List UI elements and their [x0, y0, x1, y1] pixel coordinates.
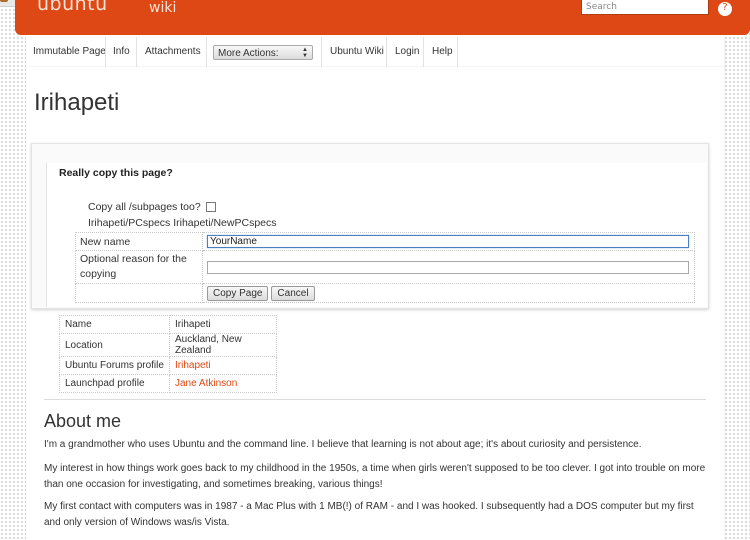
page-actions-nav: Immutable Page Info Attachments More Act…	[26, 37, 724, 68]
nav-immutable-page[interactable]: Immutable Page	[33, 37, 106, 67]
nav-ubuntu-wiki[interactable]: Ubuntu Wiki	[330, 37, 384, 67]
profile-table: Name Irihapeti Location Auckland, New Ze…	[59, 315, 277, 393]
reason-label: Optional reason for the copying	[75, 250, 203, 284]
copy-subpages-label: Copy all /subpages too?	[88, 201, 201, 213]
about-heading: About me	[44, 411, 122, 431]
empty-cell	[75, 283, 203, 303]
nav-divider	[423, 37, 424, 67]
copy-subpages-checkbox[interactable]	[205, 202, 216, 213]
form-row: Optional reason for the copying	[75, 250, 695, 284]
launchpad-profile-link[interactable]: Jane Atkinson	[175, 378, 237, 389]
wiki-logo-text: wiki	[149, 0, 177, 16]
nav-divider	[457, 37, 458, 67]
form-cell	[202, 232, 695, 251]
form-row: New name	[75, 232, 695, 251]
new-name-label: New name	[75, 232, 203, 251]
nav-info[interactable]: Info	[113, 37, 130, 67]
about-paragraph: I'm a grandmother who uses Ubuntu and th…	[44, 439, 642, 450]
table-row: Launchpad profile Jane Atkinson	[59, 374, 277, 393]
new-name-input[interactable]	[207, 235, 689, 248]
copy-page-button[interactable]: Copy Page	[207, 285, 269, 301]
profile-key: Name	[59, 315, 170, 334]
help-icon[interactable]: ?	[718, 2, 732, 16]
ubuntu-forums-profile-link[interactable]: Irihapeti	[175, 360, 211, 371]
page-title: Irihapeti	[34, 89, 120, 116]
nav-divider	[321, 37, 322, 67]
profile-key: Ubuntu Forums profile	[59, 356, 170, 375]
nav-help[interactable]: Help	[432, 37, 453, 67]
table-row: Location Auckland, New Zealand	[59, 333, 277, 357]
form-cell	[202, 250, 695, 284]
more-actions-label: More Actions:	[218, 48, 279, 59]
bookmark-icon	[0, 0, 8, 2]
copy-subpages-option: Copy all /subpages too?	[88, 201, 216, 213]
reason-input[interactable]	[207, 260, 689, 274]
profile-value: Auckland, New Zealand	[169, 333, 277, 357]
profile-value: Irihapeti	[169, 315, 277, 334]
about-paragraph: My first contact with computers was in 1…	[44, 501, 694, 528]
search-input[interactable]	[581, 0, 709, 15]
nav-attachments[interactable]: Attachments	[145, 37, 201, 67]
more-actions-select[interactable]: More Actions: ▲ ▼	[213, 45, 313, 60]
nav-divider	[105, 37, 106, 67]
nav-divider	[206, 37, 207, 67]
dialog-title: Really copy this page?	[59, 167, 173, 179]
table-row: Name Irihapeti	[59, 315, 277, 334]
profile-value: Irihapeti	[169, 356, 277, 375]
ubuntu-logo[interactable]: ubuntu	[37, 0, 108, 15]
profile-key: Launchpad profile	[59, 374, 170, 393]
profile-value: Jane Atkinson	[169, 374, 277, 393]
cancel-button[interactable]: Cancel	[271, 285, 315, 301]
form-row: Copy Page Cancel	[75, 283, 695, 303]
main-content: Irihapeti Really copy this page? Copy al…	[26, 67, 724, 540]
about-paragraph: My interest in how things work goes back…	[44, 463, 706, 490]
select-arrows-icon: ▲ ▼	[302, 47, 308, 59]
section-divider	[44, 399, 706, 400]
copy-form-table: New name Optional reason for the copying…	[75, 232, 695, 303]
site-header: ubuntu wiki ?	[15, 0, 750, 35]
nav-divider	[386, 37, 387, 67]
subpages-list: Irihapeti/PCspecs Irihapeti/NewPCspecs	[88, 217, 277, 229]
form-buttons-cell: Copy Page Cancel	[202, 283, 695, 303]
copy-page-dialog: Really copy this page? Copy all /subpage…	[31, 143, 709, 309]
copy-page-form: Really copy this page? Copy all /subpage…	[46, 163, 707, 307]
nav-divider	[136, 37, 137, 67]
profile-key: Location	[59, 333, 170, 357]
nav-login[interactable]: Login	[395, 37, 419, 67]
table-row: Ubuntu Forums profile Irihapeti	[59, 356, 277, 375]
